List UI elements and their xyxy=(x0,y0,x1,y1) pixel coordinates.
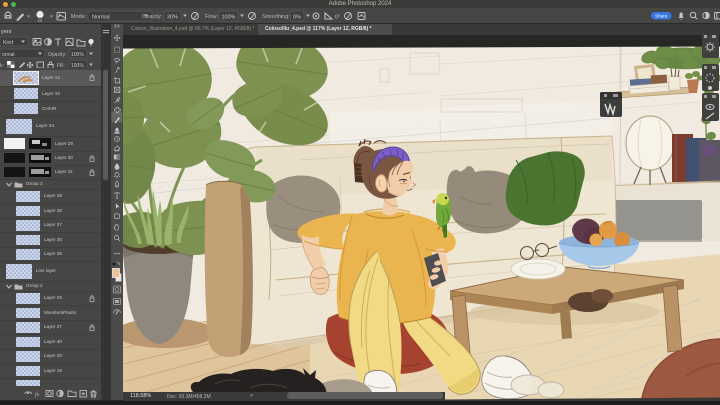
svg-text:0°: 0° xyxy=(335,15,340,21)
svg-text:26: 26 xyxy=(38,18,43,23)
svg-text:Opacity:: Opacity: xyxy=(142,14,163,20)
svg-text:100%: 100% xyxy=(71,52,84,58)
svg-text:Smoothing:: Smoothing: xyxy=(262,14,290,20)
svg-text:30%: 30% xyxy=(167,15,178,21)
svg-text:100%: 100% xyxy=(222,15,236,21)
svg-text:Share: Share xyxy=(655,14,668,19)
svg-text:Flow:: Flow: xyxy=(205,14,219,20)
svg-text:fx: fx xyxy=(35,391,40,398)
svg-text:0%: 0% xyxy=(293,15,301,21)
svg-text:Normal: Normal xyxy=(92,15,110,21)
svg-text:Kind: Kind xyxy=(3,40,13,46)
svg-text:100%: 100% xyxy=(71,63,84,68)
svg-text:ormal: ormal xyxy=(2,52,15,58)
svg-text:Fill:: Fill: xyxy=(57,63,65,68)
svg-text:Mode:: Mode: xyxy=(71,14,87,20)
svg-text:Opacity:: Opacity: xyxy=(48,52,66,58)
svg-text:k:: k: xyxy=(0,63,4,68)
